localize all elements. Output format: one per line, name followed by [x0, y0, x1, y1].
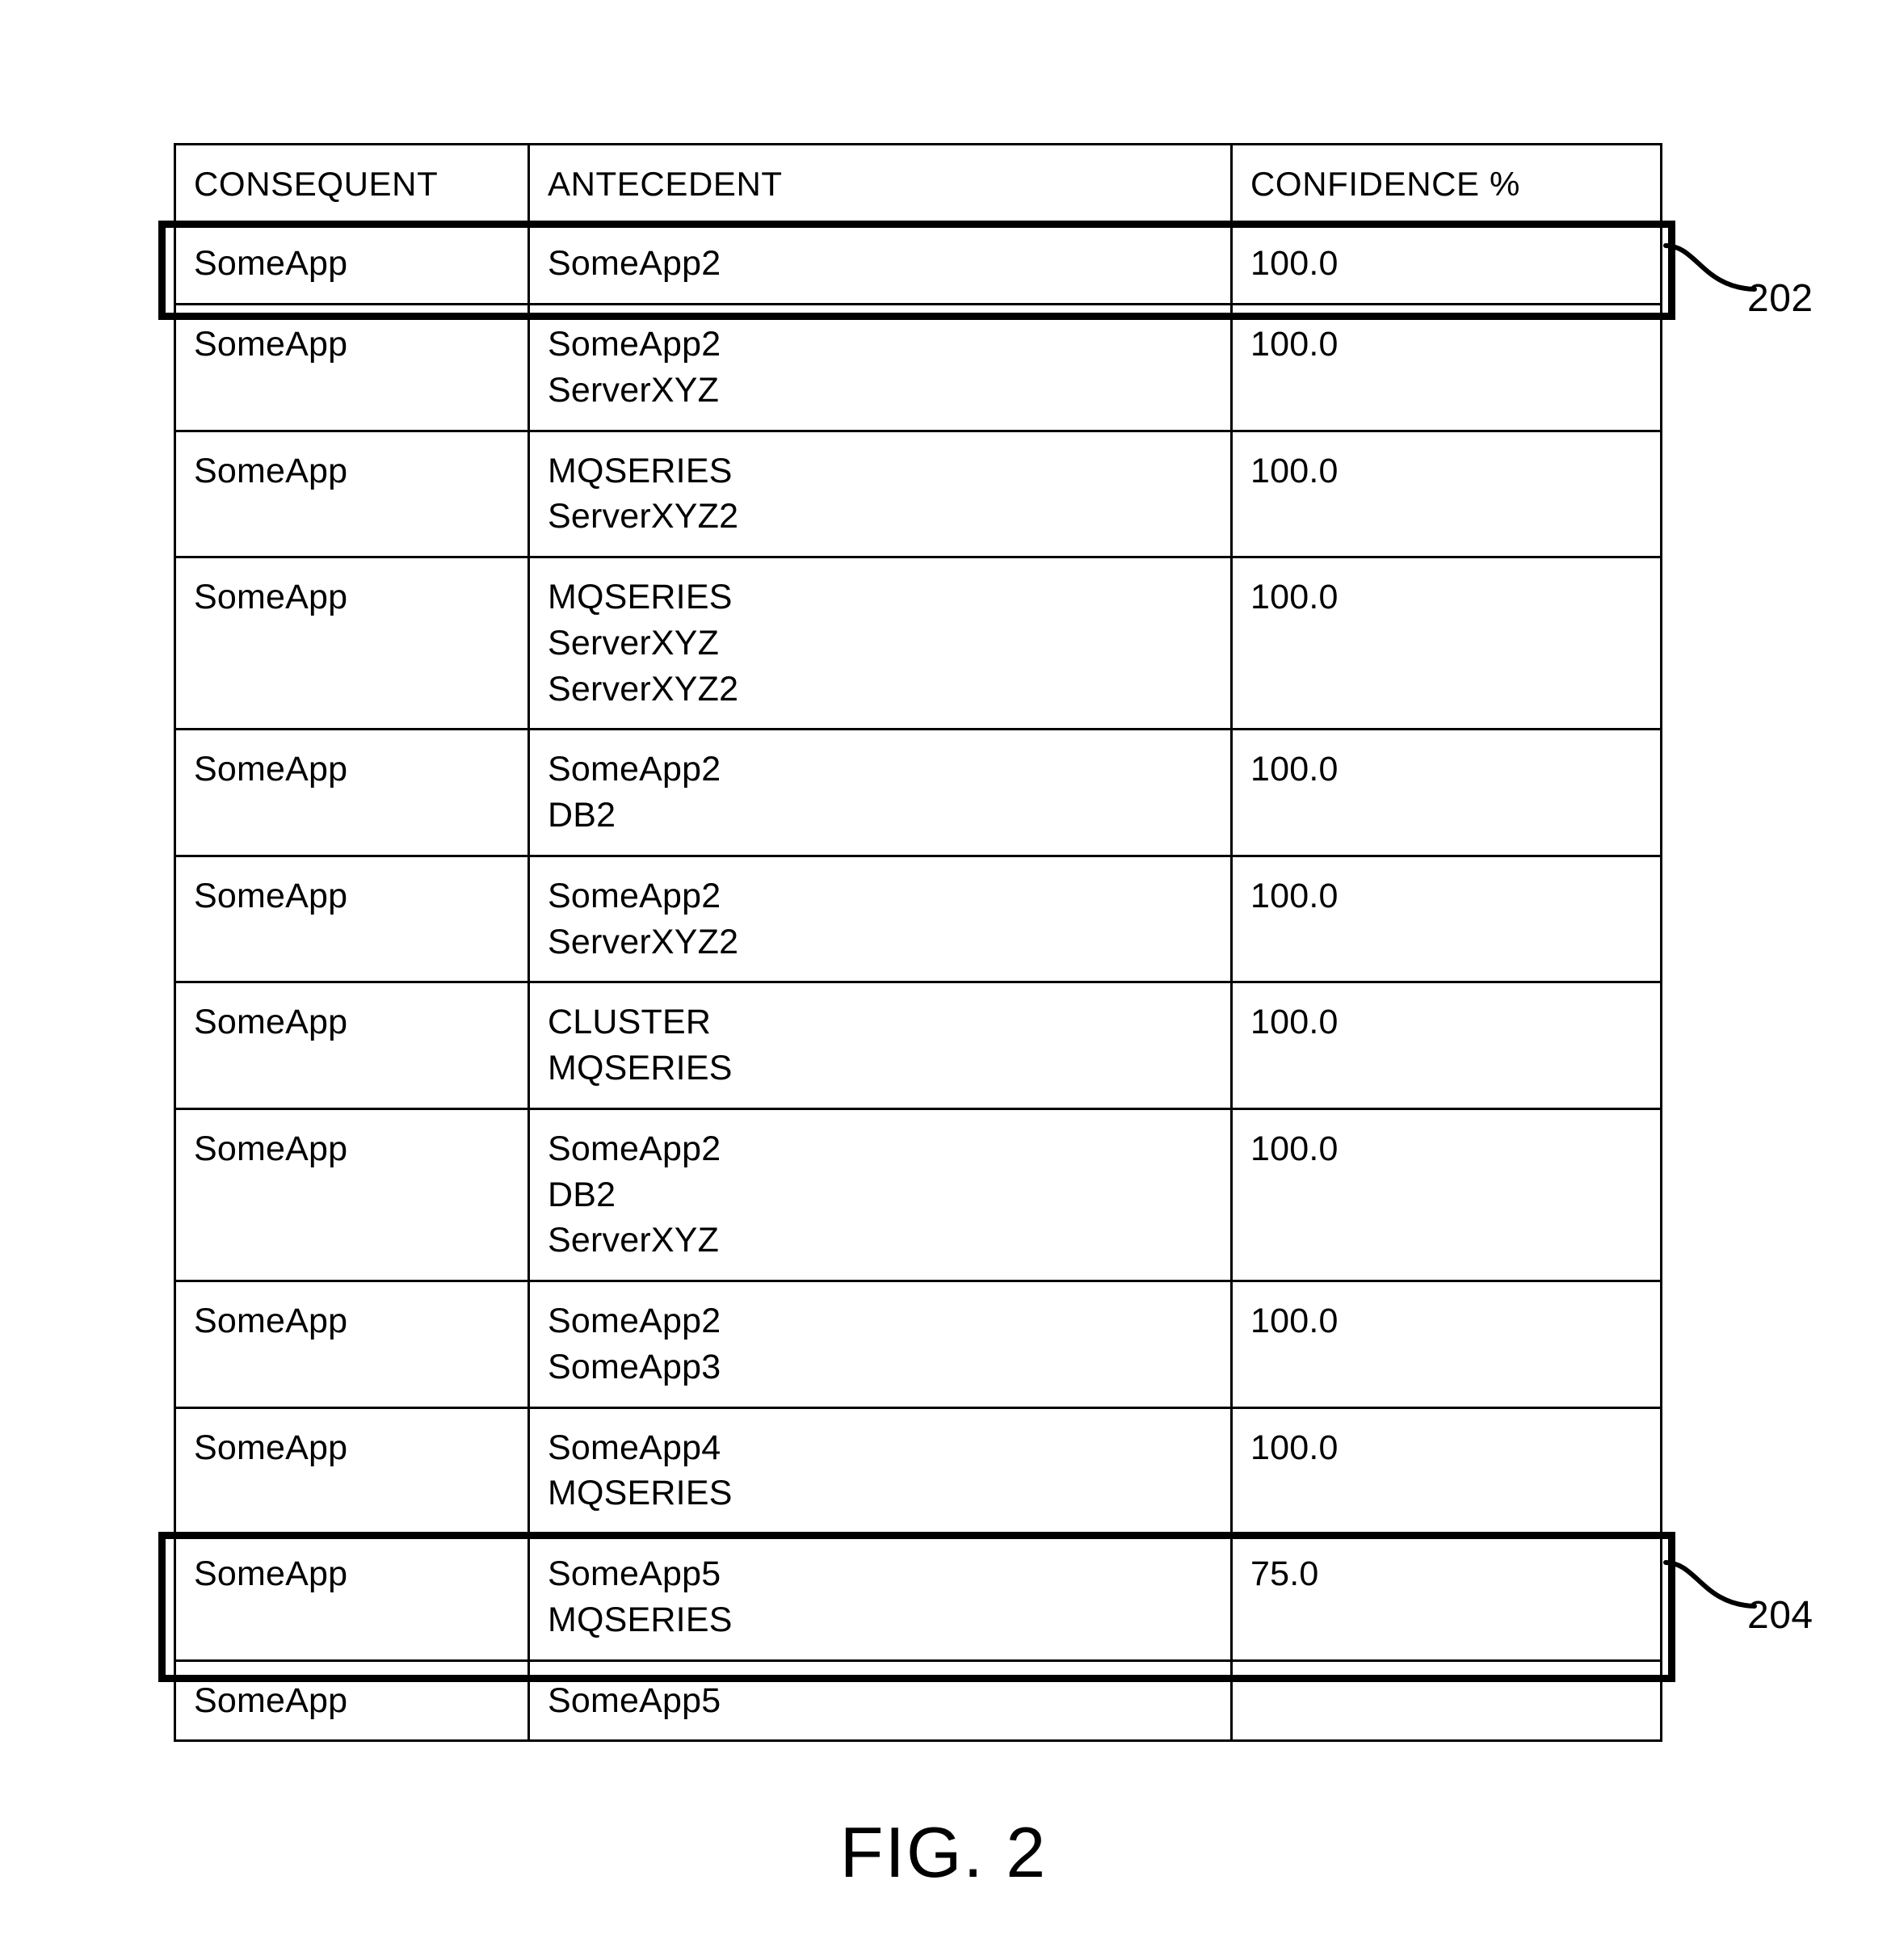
- cell-consequent: SomeApp: [174, 1659, 530, 1743]
- cell-confidence: 100.0: [1230, 1107, 1662, 1283]
- table-row: SomeApp SomeApp5 MQSERIES 75.0: [174, 1533, 1662, 1662]
- table-row: SomeApp SomeApp5: [174, 1659, 1662, 1743]
- cell-confidence: 100.0: [1230, 854, 1662, 984]
- cell-antecedent: SomeApp4 MQSERIES: [527, 1406, 1233, 1536]
- cell-antecedent: MQSERIES ServerXYZ2: [527, 429, 1233, 559]
- cell-confidence: 100.0: [1230, 728, 1662, 857]
- cell-confidence: 100.0: [1230, 303, 1662, 432]
- column-header-confidence: CONFIDENCE %: [1230, 142, 1662, 225]
- cell-consequent: SomeApp: [174, 854, 530, 984]
- table-row: SomeApp SomeApp2 DB2 ServerXYZ 100.0: [174, 1107, 1662, 1283]
- cell-confidence: 100.0: [1230, 981, 1662, 1110]
- cell-antecedent: SomeApp2: [527, 222, 1233, 306]
- cell-consequent: SomeApp: [174, 981, 530, 1110]
- table-row: SomeApp SomeApp2 DB2 100.0: [174, 728, 1662, 857]
- cell-antecedent: SomeApp5 MQSERIES: [527, 1533, 1233, 1662]
- association-rules-table: CONSEQUENT ANTECEDENT CONFIDENCE % SomeA…: [174, 142, 1662, 1743]
- cell-antecedent: MQSERIES ServerXYZ ServerXYZ2: [527, 556, 1233, 731]
- cell-antecedent: SomeApp5: [527, 1659, 1233, 1743]
- table-row: SomeApp SomeApp2 SomeApp3 100.0: [174, 1280, 1662, 1409]
- cell-confidence: 100.0: [1230, 1280, 1662, 1409]
- cell-antecedent: CLUSTER MQSERIES: [527, 981, 1233, 1110]
- cell-consequent: SomeApp: [174, 429, 530, 559]
- cell-consequent: SomeApp: [174, 1280, 530, 1409]
- cell-consequent: SomeApp: [174, 556, 530, 731]
- patent-figure: CONSEQUENT ANTECEDENT CONFIDENCE % SomeA…: [0, 0, 1887, 1960]
- table-row: SomeApp SomeApp2 ServerXYZ2 100.0: [174, 854, 1662, 984]
- cell-consequent: SomeApp: [174, 1107, 530, 1283]
- cell-confidence: 100.0: [1230, 222, 1662, 306]
- cell-consequent: SomeApp: [174, 1533, 530, 1662]
- table-row: SomeApp CLUSTER MQSERIES 100.0: [174, 981, 1662, 1110]
- cell-consequent: SomeApp: [174, 728, 530, 857]
- table-header-row: CONSEQUENT ANTECEDENT CONFIDENCE %: [174, 142, 1662, 225]
- cell-consequent: SomeApp: [174, 222, 530, 306]
- cell-confidence: 75.0: [1230, 1533, 1662, 1662]
- cell-antecedent: SomeApp2 DB2: [527, 728, 1233, 857]
- table-row: SomeApp MQSERIES ServerXYZ ServerXYZ2 10…: [174, 556, 1662, 731]
- cell-confidence: 100.0: [1230, 429, 1662, 559]
- cell-antecedent: SomeApp2 ServerXYZ: [527, 303, 1233, 432]
- reference-numeral-204: 204: [1747, 1594, 1813, 1637]
- column-header-consequent: CONSEQUENT: [174, 142, 530, 225]
- cell-consequent: SomeApp: [174, 1406, 530, 1536]
- cell-antecedent: SomeApp2 ServerXYZ2: [527, 854, 1233, 984]
- cell-consequent: SomeApp: [174, 303, 530, 432]
- figure-caption: FIG. 2: [839, 1812, 1048, 1892]
- reference-numeral-202: 202: [1747, 277, 1813, 320]
- table-row: SomeApp SomeApp2 100.0: [174, 222, 1662, 306]
- cell-antecedent: SomeApp2 SomeApp3: [527, 1280, 1233, 1409]
- cell-confidence: 100.0: [1230, 556, 1662, 731]
- cell-confidence: [1230, 1659, 1662, 1743]
- cell-confidence: 100.0: [1230, 1406, 1662, 1536]
- column-header-antecedent: ANTECEDENT: [527, 142, 1233, 225]
- table-row: SomeApp MQSERIES ServerXYZ2 100.0: [174, 429, 1662, 559]
- table-row: SomeApp SomeApp4 MQSERIES 100.0: [174, 1406, 1662, 1536]
- cell-antecedent: SomeApp2 DB2 ServerXYZ: [527, 1107, 1233, 1283]
- table-row: SomeApp SomeApp2 ServerXYZ 100.0: [174, 303, 1662, 432]
